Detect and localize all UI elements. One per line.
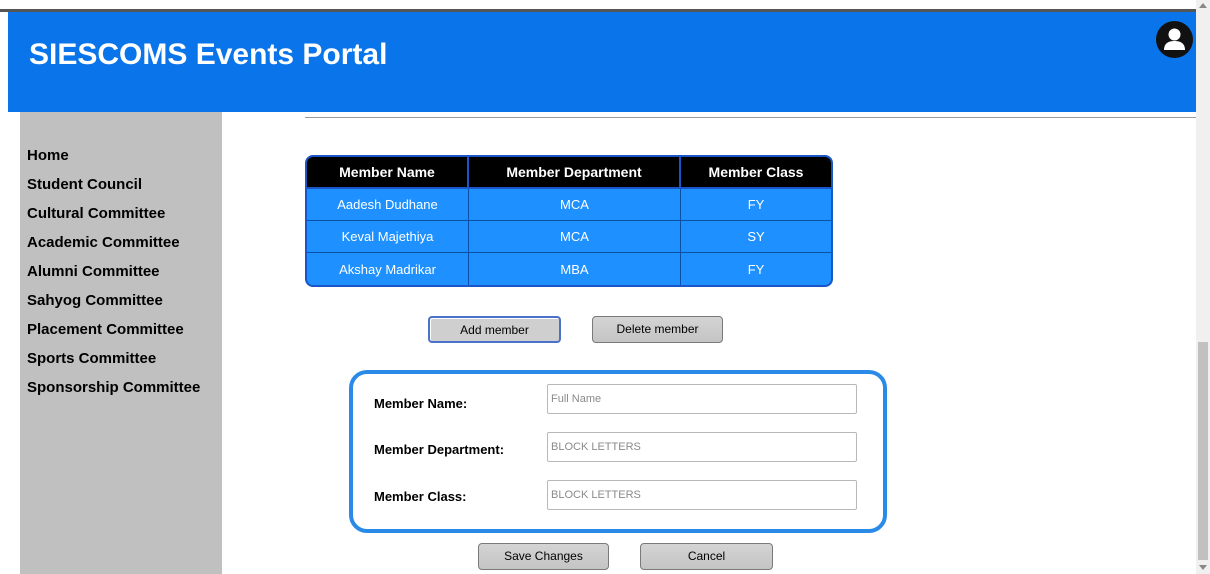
sidebar-item-student-council[interactable]: Student Council xyxy=(27,176,200,205)
sidebar-item-home[interactable]: Home xyxy=(27,147,200,176)
cell-member-class: FY xyxy=(747,261,765,277)
member-class-input[interactable] xyxy=(547,480,857,510)
user-icon-graphic xyxy=(1164,28,1185,50)
page-title: SIESCOMS Events Portal xyxy=(29,38,388,71)
add-member-button[interactable]: Add member xyxy=(428,316,561,343)
sidebar-menu: Home Student Council Cultural Committee … xyxy=(27,147,200,408)
app-header: SIESCOMS Events Portal xyxy=(8,12,1196,112)
sidebar: Home Student Council Cultural Committee … xyxy=(20,112,222,574)
cell-member-class: SY xyxy=(681,221,831,253)
cell-member-name: Akshay Madrikar xyxy=(307,253,469,285)
app-root: SIESCOMS Events Portal Home Student Coun… xyxy=(0,0,1210,574)
sidebar-item-cultural-committee[interactable]: Cultural Committee xyxy=(27,205,200,234)
member-name-label: Member Name: xyxy=(374,396,468,411)
vertical-scrollbar[interactable] xyxy=(1196,0,1210,574)
cell-member-department: MCA xyxy=(469,221,681,253)
cell-member-name: Keval Majethiya xyxy=(307,221,469,253)
table-row[interactable]: Aadesh Dudhane MCA FY xyxy=(307,189,831,221)
sidebar-item-alumni-committee[interactable]: Alumni Committee xyxy=(27,263,200,292)
top-border xyxy=(0,0,1196,12)
cell-member-department: MCA xyxy=(469,189,681,221)
column-header-name: Member Name xyxy=(307,157,469,189)
cell-member-name: Aadesh Dudhane xyxy=(307,189,469,221)
cancel-button[interactable]: Cancel xyxy=(640,543,773,570)
sidebar-item-placement-committee[interactable]: Placement Committee xyxy=(27,321,200,350)
save-changes-button[interactable]: Save Changes xyxy=(478,543,609,570)
members-table: Member Name Member Department Member Cla… xyxy=(305,155,833,287)
column-header-department: Member Department xyxy=(469,157,681,189)
sidebar-item-sports-committee[interactable]: Sports Committee xyxy=(27,350,200,379)
scroll-up-icon[interactable] xyxy=(1199,3,1207,8)
delete-member-button[interactable]: Delete member xyxy=(592,316,723,343)
member-department-input[interactable] xyxy=(547,432,857,462)
cell-member-class: FY xyxy=(681,189,831,221)
member-name-input[interactable] xyxy=(547,384,857,414)
cell-member-department: MBA xyxy=(469,253,681,285)
sidebar-item-sahyog-committee[interactable]: Sahyog Committee xyxy=(27,292,200,321)
table-header-row: Member Name Member Department Member Cla… xyxy=(307,157,831,189)
member-form: Member Name: Member Department: Member C… xyxy=(349,370,887,533)
scroll-down-icon[interactable] xyxy=(1199,565,1207,570)
member-class-label: Member Class: xyxy=(374,489,467,504)
user-icon[interactable] xyxy=(1156,21,1193,58)
table-row[interactable]: Akshay Madrikar MBA FY xyxy=(307,253,831,285)
content-divider xyxy=(305,117,1197,118)
sidebar-item-academic-committee[interactable]: Academic Committee xyxy=(27,234,200,263)
member-department-label: Member Department: xyxy=(374,442,505,457)
column-header-class: Member Class xyxy=(681,157,831,189)
scrollbar-thumb[interactable] xyxy=(1198,342,1208,560)
sidebar-item-sponsorship-committee[interactable]: Sponsorship Committee xyxy=(27,379,200,408)
table-row[interactable]: Keval Majethiya MCA SY xyxy=(307,221,831,253)
